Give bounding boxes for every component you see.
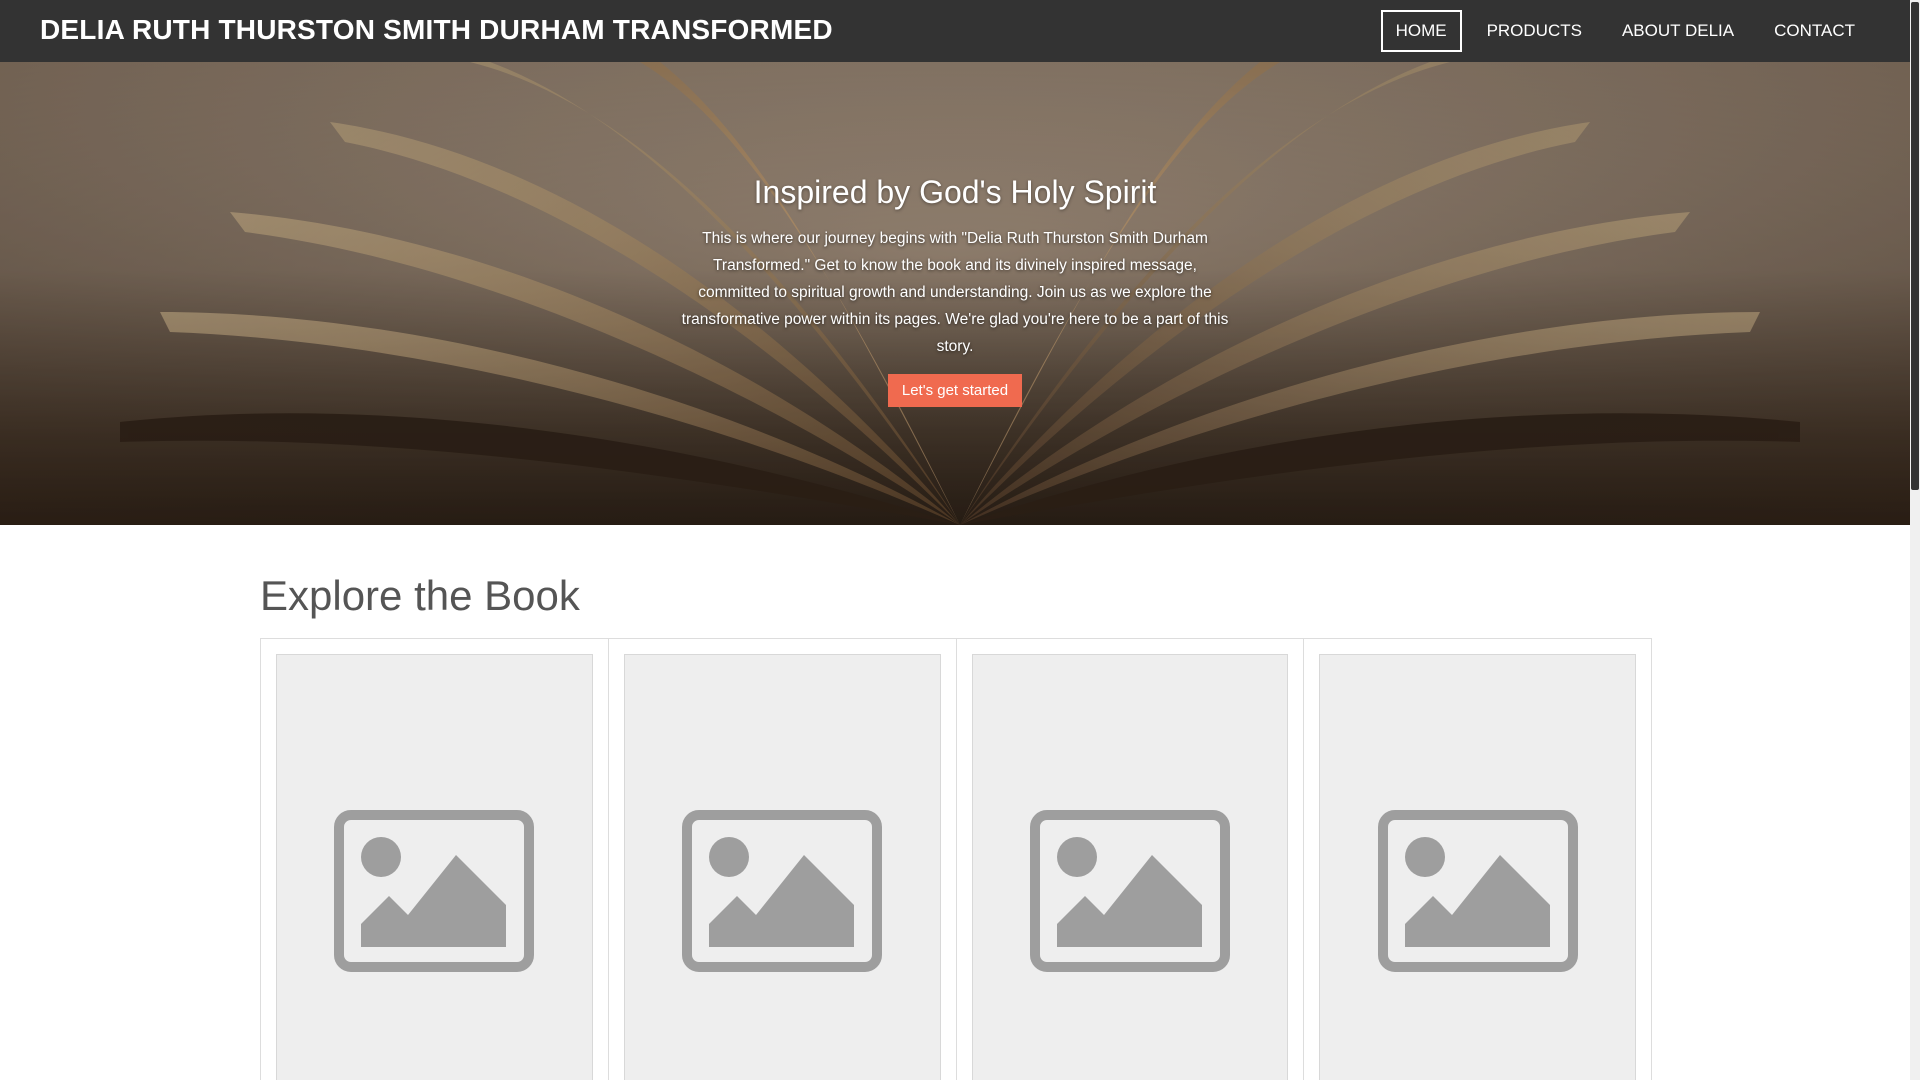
book-card[interactable] [261,639,609,1080]
main-nav: HOME PRODUCTS ABOUT DELIA CONTACT [1371,10,1870,52]
scrollbar-thumb[interactable] [1911,2,1919,490]
book-card[interactable] [957,639,1305,1080]
nav-home[interactable]: HOME [1380,10,1462,52]
nav-about-delia[interactable]: ABOUT DELIA [1607,10,1749,52]
image-placeholder-icon [1029,810,1230,972]
card-image[interactable] [1319,654,1636,1080]
nav-products[interactable]: PRODUCTS [1472,10,1597,52]
hero-content: Inspired by God's Holy Spirit This is wh… [680,174,1230,407]
book-card-grid [260,638,1652,1080]
hero-banner: Inspired by God's Holy Spirit This is wh… [0,62,1910,525]
page-scrollbar[interactable] [1910,0,1920,1080]
site-title[interactable]: DELIA RUTH THURSTON SMITH DURHAM TRANSFO… [40,14,833,46]
nav-contact[interactable]: CONTACT [1759,10,1870,52]
hero-description: This is where our journey begins with "D… [681,230,1229,355]
book-card[interactable] [1304,639,1651,1080]
top-navbar: DELIA RUTH THURSTON SMITH DURHAM TRANSFO… [0,0,1910,62]
explore-section-title: Explore the Book [260,572,580,619]
image-placeholder-icon [1377,810,1578,972]
card-image[interactable] [276,654,593,1080]
lets-get-started-button[interactable]: Let's get started [887,374,1023,407]
hero-heading: Inspired by God's Holy Spirit [753,174,1157,210]
book-card[interactable] [609,639,957,1080]
card-image[interactable] [971,654,1289,1080]
image-placeholder-icon [682,810,883,972]
image-placeholder-icon [334,810,535,972]
card-image[interactable] [623,654,941,1080]
